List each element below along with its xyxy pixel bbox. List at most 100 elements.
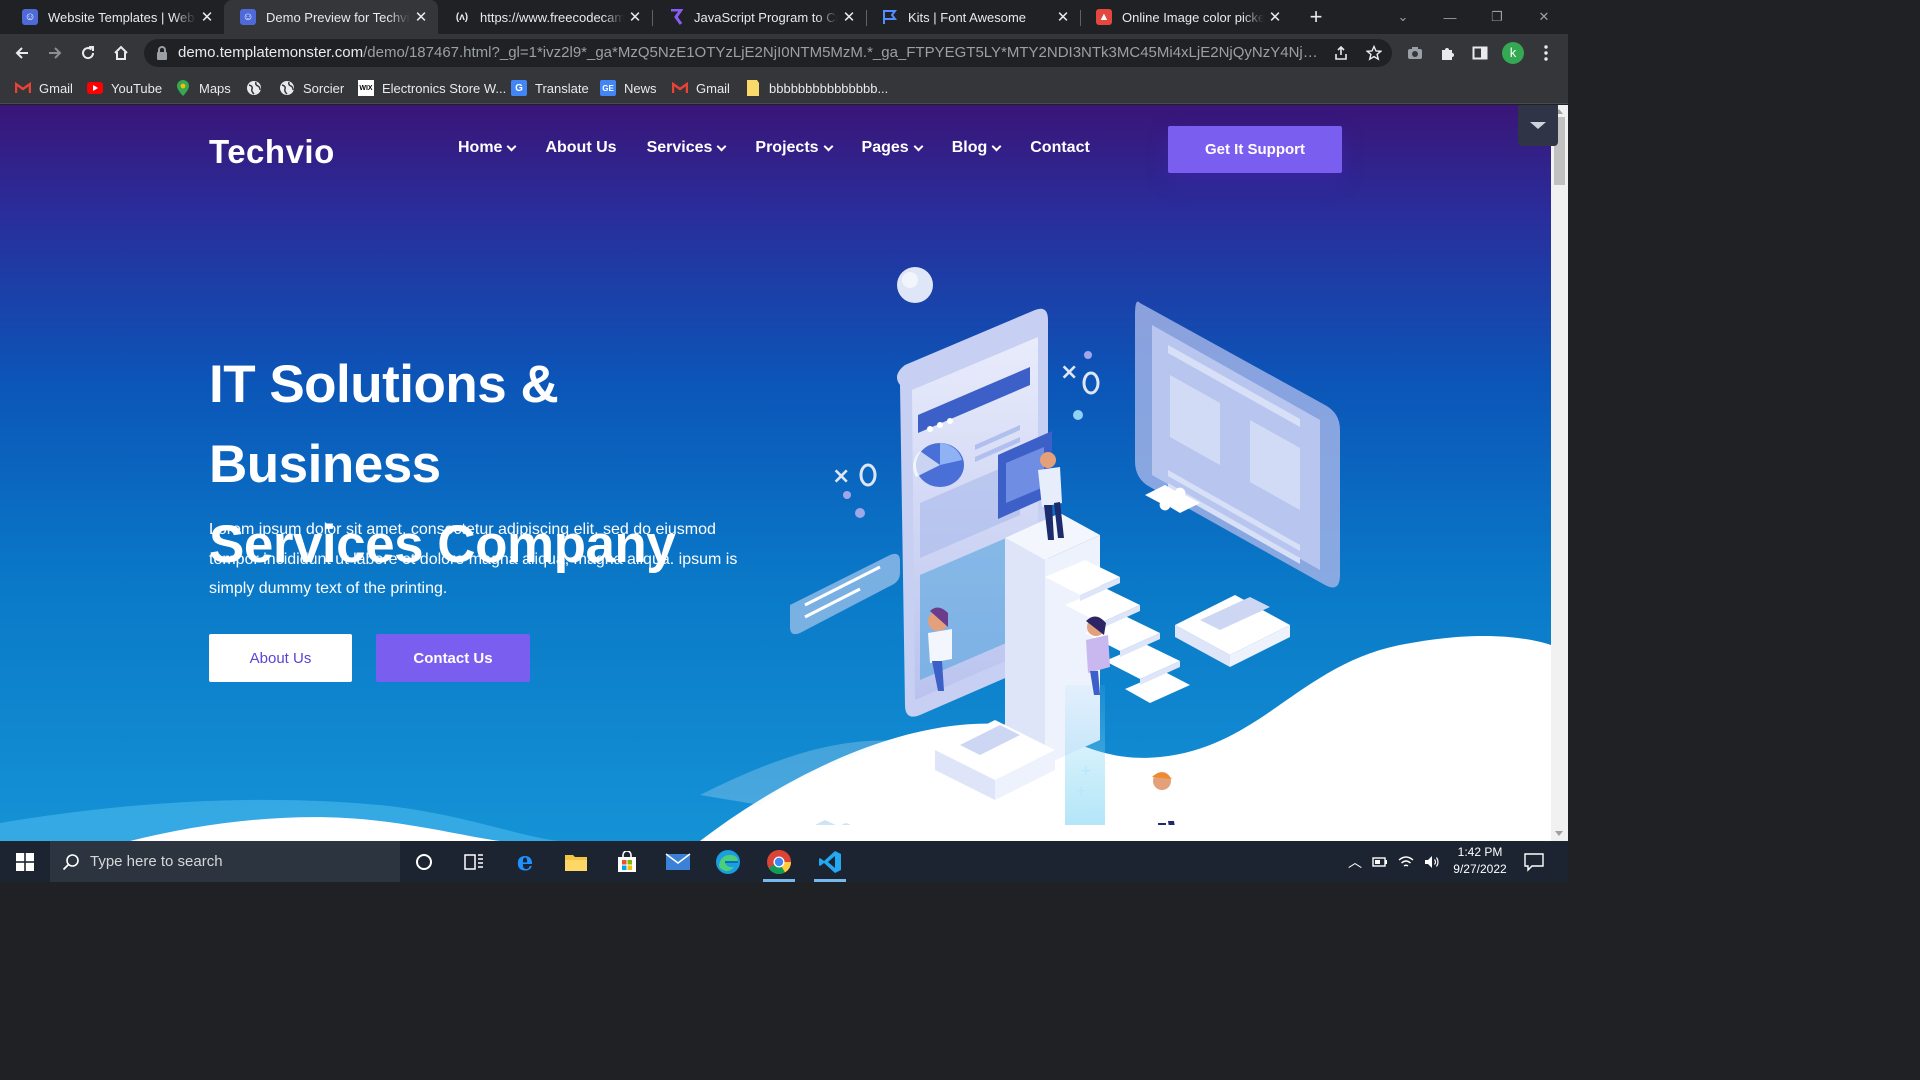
gmail-icon	[15, 80, 31, 96]
close-icon[interactable]: ✕	[624, 8, 646, 26]
browser-tab-active[interactable]: ☺ Demo Preview for Techvio - ✕	[224, 0, 438, 34]
close-icon[interactable]: ✕	[1264, 8, 1286, 26]
bookmark-gmail-2[interactable]: Gmail	[672, 78, 730, 98]
close-icon[interactable]: ✕	[196, 8, 218, 26]
fontawesome-flag-icon	[882, 9, 898, 25]
kebab-menu-icon[interactable]	[1534, 41, 1558, 65]
tab-title: Demo Preview for Techvio -	[266, 9, 410, 25]
vscode-icon[interactable]	[806, 841, 854, 882]
bookmark-gmail[interactable]: Gmail	[15, 78, 73, 98]
site-logo[interactable]: Techvio	[209, 133, 335, 171]
translate-icon: G	[511, 80, 527, 96]
maps-icon	[175, 80, 191, 96]
profile-avatar[interactable]: k	[1502, 42, 1524, 64]
bookmark-folder[interactable]: bbbbbbbbbbbbbbb...	[745, 78, 888, 98]
start-button[interactable]	[0, 841, 50, 882]
nav-home[interactable]: Home	[458, 139, 517, 157]
bookmark-star-icon[interactable]	[1366, 45, 1382, 61]
tab-search-icon[interactable]: ⌄	[1380, 0, 1426, 34]
browser-tab[interactable]: ▲ Online Image color picker ✕	[1080, 0, 1292, 34]
extensions-puzzle-icon[interactable]	[1436, 41, 1460, 65]
web-page-viewport: Techvio Home About Us Services Projects …	[0, 105, 1551, 841]
system-clock[interactable]: 1:42 PM 9/27/2022	[1442, 844, 1518, 878]
url-text[interactable]: demo.templatemonster.com/demo/187467.htm…	[178, 39, 1323, 67]
bookmark-sorcier[interactable]: Sorcier	[279, 78, 344, 98]
bookmark-translate[interactable]: G Translate	[511, 78, 589, 98]
templatemonster-icon: ☺	[240, 9, 256, 25]
person-bottom	[1152, 772, 1176, 825]
folder-icon	[745, 80, 761, 96]
colorpicker-icon: ▲	[1096, 9, 1112, 25]
gmail-icon	[672, 80, 688, 96]
wifi-icon[interactable]	[1398, 855, 1414, 869]
bookmark-electronics-store[interactable]: WIX Electronics Store W...	[358, 78, 506, 98]
close-icon[interactable]: ✕	[410, 8, 432, 26]
notification-center-icon[interactable]	[1522, 850, 1546, 874]
chevron-up-icon[interactable]: ︿	[1348, 852, 1362, 872]
browser-tab-strip: ☺ Website Templates | Website ✕ ☺ Demo P…	[0, 0, 1568, 34]
browser-tab[interactable]: Kits | Font Awesome ✕	[866, 0, 1080, 34]
nav-services[interactable]: Services	[647, 139, 727, 157]
close-icon[interactable]: ✕	[838, 8, 860, 26]
system-tray: ︿	[1348, 841, 1440, 882]
home-button[interactable]	[106, 38, 136, 68]
store-icon[interactable]	[603, 841, 651, 882]
close-window-button[interactable]: ✕	[1521, 0, 1567, 34]
minimize-button[interactable]: —	[1427, 0, 1473, 34]
screenshot-extension-icon[interactable]	[1403, 41, 1427, 65]
close-icon[interactable]: ✕	[1052, 8, 1074, 26]
browser-tab[interactable]: ☺ Website Templates | Website ✕	[6, 0, 224, 34]
edge-icon[interactable]	[704, 841, 752, 882]
tab-title: Online Image color picker	[1122, 9, 1264, 25]
bookmark-youtube[interactable]: YouTube	[87, 78, 162, 98]
hero-isometric-illustration: + + + × ×	[790, 267, 1340, 825]
tab-title: Kits | Font Awesome	[908, 9, 1027, 25]
taskbar-search-box[interactable]: Type here to search	[50, 841, 400, 882]
svg-text:+: +	[1080, 763, 1092, 779]
reload-button[interactable]	[73, 38, 103, 68]
nav-about-us[interactable]: About Us	[545, 139, 616, 157]
get-it-support-button[interactable]: Get It Support	[1168, 126, 1342, 173]
reload-icon	[82, 46, 95, 60]
edge-legacy-icon[interactable]: e	[501, 841, 549, 882]
nav-contact[interactable]: Contact	[1030, 139, 1090, 157]
nav-pages[interactable]: Pages	[862, 139, 924, 157]
back-arrow-icon	[15, 47, 28, 59]
bookmark-maps[interactable]: Maps	[175, 78, 231, 98]
bookmark-news[interactable]: GE News	[600, 78, 657, 98]
bookmarks-bar: Gmail YouTube Maps Sorcier WIX Electroni…	[0, 72, 1568, 104]
nav-projects[interactable]: Projects	[755, 139, 833, 157]
browser-tab[interactable]: JavaScript Program to Creat ✕	[652, 0, 866, 34]
battery-icon[interactable]	[1372, 856, 1388, 868]
volume-icon[interactable]	[1424, 855, 1440, 869]
demo-panel-toggle[interactable]	[1518, 105, 1558, 146]
desktop-screen: ☺ Website Templates | Website ✕ ☺ Demo P…	[0, 0, 1568, 882]
chevron-down-icon	[991, 141, 1002, 151]
forward-button[interactable]	[40, 38, 70, 68]
windows-taskbar: Type here to search e ︿ 1:42 PM 9/27/202…	[0, 841, 1568, 882]
address-bar[interactable]: demo.templatemonster.com/demo/187467.htm…	[144, 39, 1392, 67]
hero-description: Lorem ipsum dolor sit amet, consectetur …	[209, 521, 738, 597]
back-button[interactable]	[7, 38, 37, 68]
scroll-down-icon[interactable]	[1555, 831, 1563, 836]
programiz-icon	[668, 9, 684, 25]
cortana-icon[interactable]	[400, 841, 448, 882]
templatemonster-icon: ☺	[22, 9, 38, 25]
wix-icon: WIX	[358, 80, 374, 96]
about-us-button[interactable]: About Us	[209, 634, 352, 682]
chrome-icon[interactable]	[755, 841, 803, 882]
restore-button[interactable]: ❐	[1474, 0, 1520, 34]
task-view-icon[interactable]	[450, 841, 498, 882]
mail-icon[interactable]	[654, 841, 702, 882]
new-tab-button[interactable]: +	[1304, 4, 1328, 30]
tab-title: JavaScript Program to Creat	[694, 9, 838, 25]
page-scrollbar[interactable]	[1551, 105, 1568, 841]
contact-us-button[interactable]: Contact Us	[376, 634, 530, 682]
nav-blog[interactable]: Blog	[952, 139, 1002, 157]
side-panel-icon[interactable]	[1468, 41, 1492, 65]
file-explorer-icon[interactable]	[552, 841, 600, 882]
share-icon[interactable]	[1333, 45, 1349, 61]
chevron-down-icon	[507, 141, 517, 151]
browser-tab[interactable]: (ʌ) https://www.freecodecamp. ✕	[438, 0, 652, 34]
bookmark-globe[interactable]	[246, 78, 270, 98]
